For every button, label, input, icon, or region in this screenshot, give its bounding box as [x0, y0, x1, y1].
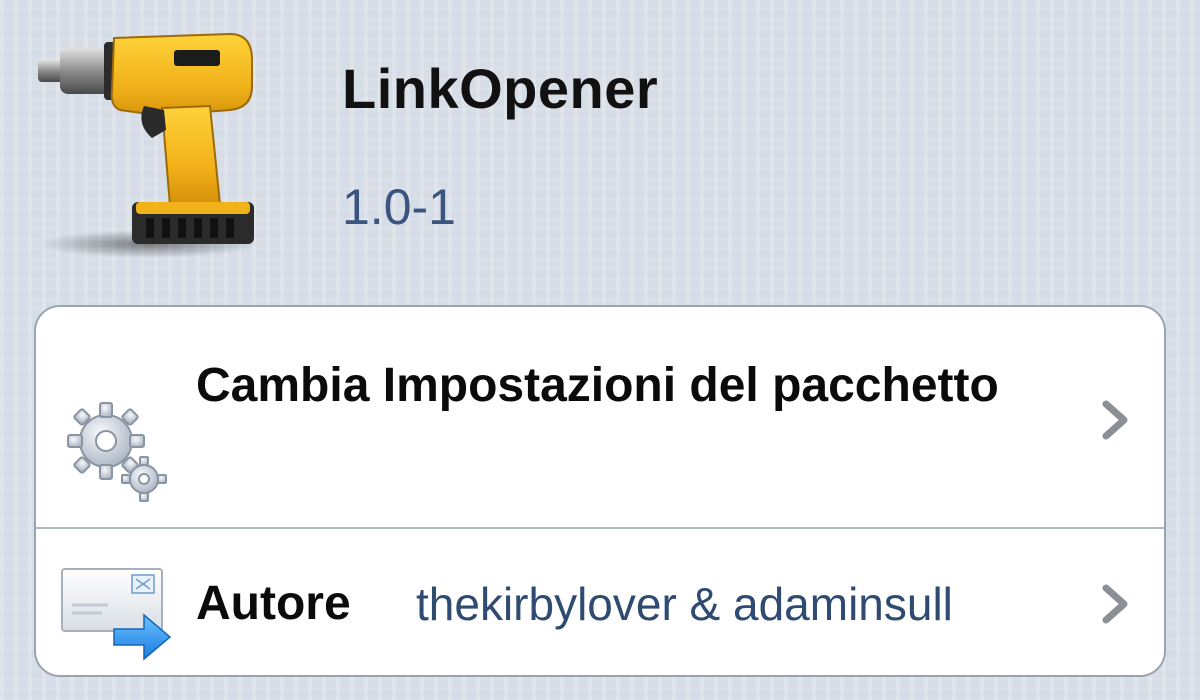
author-label: Autore: [196, 577, 351, 630]
change-package-settings-row[interactable]: Cambia Impostazioni del pacchetto: [36, 307, 1164, 529]
change-package-settings-label: Cambia Impostazioni del pacchetto: [196, 359, 999, 412]
package-header: LinkOpener 1.0-1: [0, 0, 1200, 300]
package-version: 1.0-1: [342, 179, 456, 235]
package-name: LinkOpener: [342, 57, 659, 120]
gears-icon: [67, 402, 167, 502]
author-value: thekirbylover & adaminsull: [416, 578, 953, 630]
mail-forward-icon: [61, 568, 172, 661]
package-options-group: Cambia Impostazioni del pacchetto Autore…: [34, 305, 1166, 677]
chevron-right-icon: [1102, 584, 1128, 624]
chevron-right-icon: [1102, 400, 1128, 440]
power-drill-icon: [38, 32, 259, 258]
author-row[interactable]: Autore thekirbylover & adaminsull: [36, 529, 1164, 675]
